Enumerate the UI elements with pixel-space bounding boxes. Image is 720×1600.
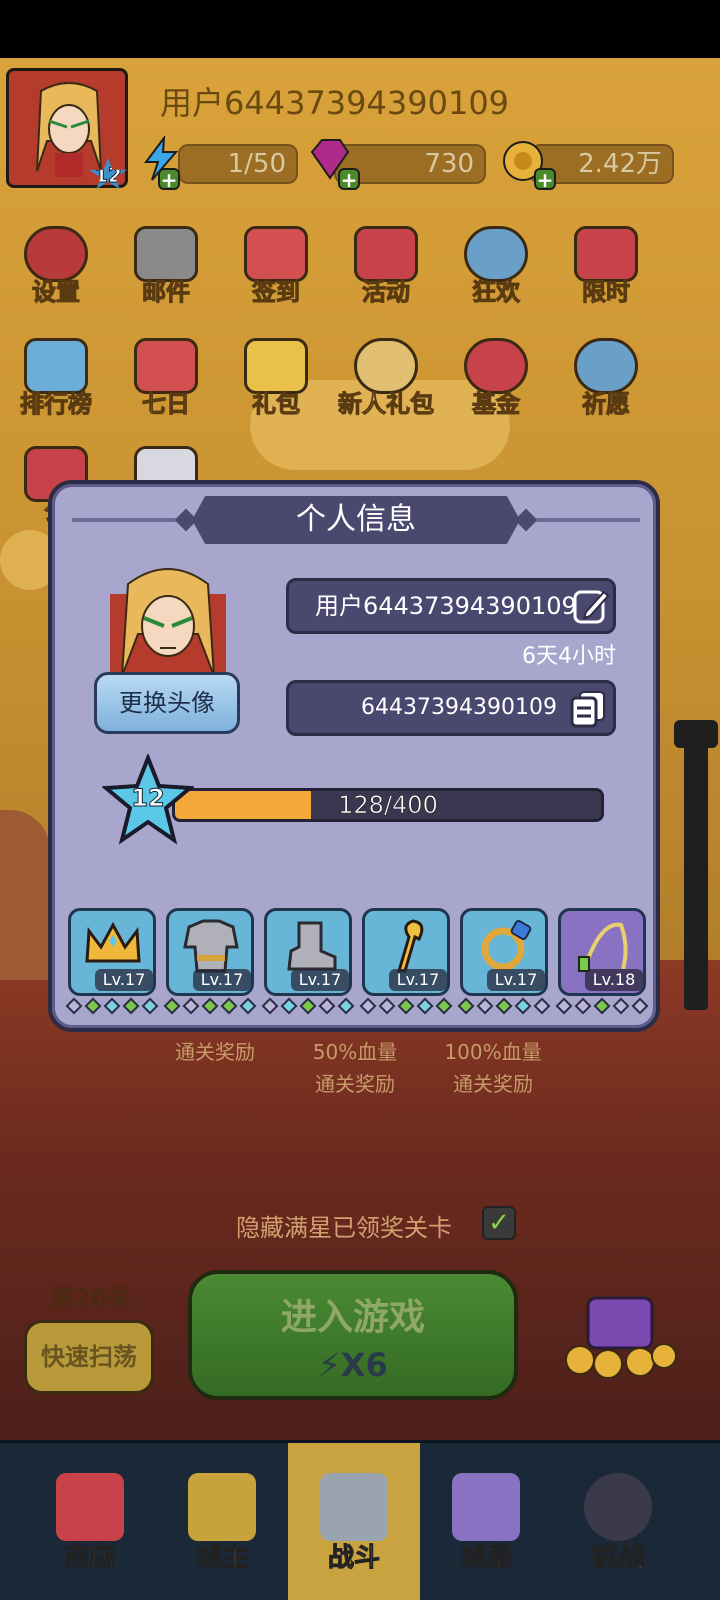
gem-socket	[201, 997, 219, 1015]
gem-sockets	[261, 997, 355, 1015]
title-decoration-line	[530, 518, 640, 522]
gem-socket	[337, 997, 355, 1015]
gem-socket	[220, 997, 238, 1015]
gem-socket	[318, 997, 336, 1015]
username-field[interactable]: 用户64437394390109	[286, 578, 616, 634]
staff-icon	[396, 919, 424, 973]
crown-icon	[85, 921, 141, 963]
equipment-level: Lv.18	[585, 969, 643, 991]
gem-socket	[555, 997, 573, 1015]
copy-icon[interactable]	[568, 688, 608, 728]
equipment-slot-boots[interactable]: Lv.17	[264, 908, 352, 996]
gem-sockets	[65, 997, 159, 1015]
gem-socket	[359, 997, 377, 1015]
equipment-level: Lv.17	[95, 969, 153, 991]
change-avatar-button[interactable]: 更换头像	[94, 672, 240, 734]
status-bar	[0, 0, 720, 58]
gem-socket	[84, 997, 102, 1015]
gem-socket	[280, 997, 298, 1015]
modal-title: 个人信息	[296, 502, 416, 537]
gem-socket	[261, 997, 279, 1015]
equipment-slot-whip[interactable]: Lv.18	[558, 908, 646, 996]
play-time: 6天4小时	[522, 644, 616, 669]
boots-icon	[287, 921, 337, 971]
title-decoration-line	[72, 518, 182, 522]
gem-socket	[631, 997, 649, 1015]
gem-socket	[397, 997, 415, 1015]
equipment-slot-staff[interactable]: Lv.17	[362, 908, 450, 996]
equipment-slot-crown[interactable]: Lv.17	[68, 908, 156, 996]
edit-icon[interactable]	[572, 586, 610, 626]
gem-socket	[533, 997, 551, 1015]
experience-bar: 128/400	[172, 788, 604, 822]
gem-socket	[574, 997, 592, 1015]
gem-sockets	[555, 997, 649, 1015]
gem-socket	[239, 997, 257, 1015]
gem-socket	[457, 997, 475, 1015]
gem-socket	[65, 997, 83, 1015]
gem-sockets	[457, 997, 551, 1015]
gem-socket	[163, 997, 181, 1015]
equipment-level: Lv.17	[193, 969, 251, 991]
gem-sockets	[359, 997, 453, 1015]
gem-socket	[299, 997, 317, 1015]
gem-socket	[141, 997, 159, 1015]
gem-socket	[435, 997, 453, 1015]
gem-socket	[103, 997, 121, 1015]
equipment-slot-ring[interactable]: Lv.17	[460, 908, 548, 996]
gem-socket	[495, 997, 513, 1015]
profile-modal: 个人信息 更换头像 用户64437394390109 6天4小时 6443739…	[48, 480, 660, 1032]
gem-sockets	[163, 997, 257, 1015]
experience-text: 128/400	[338, 791, 438, 819]
hero-portrait-icon	[110, 568, 226, 676]
equipment-level: Lv.17	[291, 969, 349, 991]
gem-socket	[593, 997, 611, 1015]
player-level: 12	[131, 784, 165, 813]
ring-icon	[481, 920, 532, 971]
whip-icon	[578, 922, 628, 972]
user-id-field: 64437394390109	[286, 680, 616, 736]
equipment-slot-armor[interactable]: Lv.17	[166, 908, 254, 996]
gem-socket	[612, 997, 630, 1015]
gem-socket	[122, 997, 140, 1015]
equipment-level: Lv.17	[389, 969, 447, 991]
gem-socket	[476, 997, 494, 1015]
gem-socket	[416, 997, 434, 1015]
gem-socket	[182, 997, 200, 1015]
armor-icon	[183, 919, 239, 973]
gem-socket	[514, 997, 532, 1015]
gem-socket	[378, 997, 396, 1015]
equipment-level: Lv.17	[487, 969, 545, 991]
